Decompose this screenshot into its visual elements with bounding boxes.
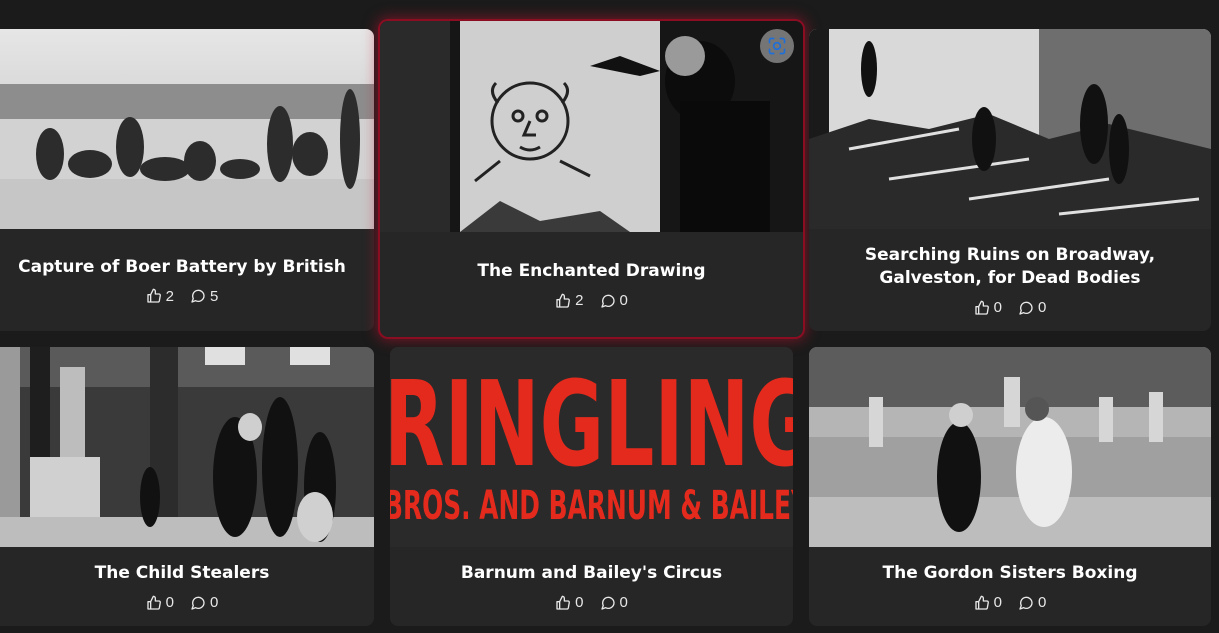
like-button[interactable]: 0 <box>974 594 1002 611</box>
like-button[interactable]: 2 <box>146 288 174 305</box>
comment-button[interactable]: 0 <box>600 594 628 611</box>
circus-logo-line2: BROS. AND BARNUM & BAILEY <box>390 483 793 529</box>
like-count: 0 <box>993 594 1002 611</box>
comment-count: 0 <box>1038 299 1047 316</box>
focus-scan-icon <box>768 37 786 55</box>
video-thumbnail[interactable] <box>0 29 374 229</box>
video-title[interactable]: The Enchanted Drawing <box>461 260 721 283</box>
like-count: 0 <box>165 594 174 611</box>
video-card-capture-of-boer-battery[interactable]: Capture of Boer Battery by British 2 5 <box>0 29 374 331</box>
video-thumbnail[interactable] <box>809 347 1211 547</box>
comment-bubble-icon <box>600 596 615 610</box>
video-thumbnail[interactable]: RINGLING BROS. AND BARNUM & BAILEY <box>390 347 793 547</box>
video-card-the-child-stealers[interactable]: The Child Stealers 0 0 <box>0 347 374 626</box>
like-count: 2 <box>575 292 584 309</box>
video-stats: 0 0 <box>974 299 1046 316</box>
video-title[interactable]: The Gordon Sisters Boxing <box>867 562 1154 585</box>
comment-count: 0 <box>619 292 628 309</box>
video-title[interactable]: The Child Stealers <box>79 562 286 585</box>
comment-count: 0 <box>619 594 628 611</box>
video-stats: 0 0 <box>555 594 628 611</box>
video-info: The Enchanted Drawing 2 0 <box>380 232 803 337</box>
like-button[interactable]: 2 <box>555 292 584 309</box>
comment-button[interactable]: 0 <box>190 594 218 611</box>
video-stats: 2 0 <box>555 292 628 309</box>
like-count: 0 <box>575 594 584 611</box>
video-stats: 0 0 <box>974 594 1046 611</box>
comment-bubble-icon <box>600 294 615 308</box>
thumbs-up-icon <box>974 595 989 610</box>
video-thumbnail[interactable] <box>380 21 803 232</box>
comment-bubble-icon <box>1019 596 1033 610</box>
thumbs-up-icon <box>974 300 989 315</box>
video-info: Barnum and Bailey's Circus 0 0 <box>390 547 793 626</box>
comment-button[interactable]: 0 <box>600 292 628 309</box>
video-stats: 2 5 <box>146 288 218 305</box>
video-info: The Gordon Sisters Boxing 0 0 <box>809 547 1211 626</box>
comment-button[interactable]: 0 <box>1018 299 1046 316</box>
video-card-the-gordon-sisters-boxing[interactable]: The Gordon Sisters Boxing 0 0 <box>809 347 1211 626</box>
comment-bubble-icon <box>191 596 205 610</box>
thumbs-up-icon <box>146 595 161 610</box>
circus-logo-line1: RINGLING <box>390 355 793 493</box>
video-title[interactable]: Barnum and Bailey's Circus <box>445 562 738 585</box>
comment-button[interactable]: 5 <box>190 288 218 305</box>
comment-count: 5 <box>210 287 219 305</box>
thumbs-up-icon <box>556 293 571 308</box>
thumbs-up-icon <box>146 288 161 303</box>
video-grid: Capture of Boer Battery by British 2 5 T… <box>0 0 1219 633</box>
video-title[interactable]: Capture of Boer Battery by British <box>2 256 362 279</box>
like-button[interactable]: 0 <box>974 299 1002 316</box>
video-info: Capture of Boer Battery by British 2 5 <box>0 229 374 331</box>
video-thumbnail[interactable] <box>0 347 374 547</box>
video-title[interactable]: Searching Ruins on Broadway, Galveston, … <box>809 244 1211 290</box>
video-card-barnum-and-baileys-circus[interactable]: RINGLING BROS. AND BARNUM & BAILEY Barnu… <box>390 347 793 626</box>
comment-bubble-icon <box>191 289 205 303</box>
video-info: Searching Ruins on Broadway, Galveston, … <box>809 229 1211 331</box>
comment-count: 0 <box>1038 594 1047 611</box>
video-card-the-enchanted-drawing[interactable]: The Enchanted Drawing 2 0 <box>380 21 803 337</box>
like-button[interactable]: 0 <box>555 594 584 611</box>
comment-count: 0 <box>210 594 219 611</box>
comment-bubble-icon <box>1019 301 1033 315</box>
like-count: 0 <box>993 299 1002 316</box>
comment-button[interactable]: 0 <box>1018 594 1046 611</box>
video-info: The Child Stealers 0 0 <box>0 547 374 626</box>
video-thumbnail[interactable] <box>809 29 1211 229</box>
like-count: 2 <box>165 287 174 305</box>
video-card-searching-ruins[interactable]: Searching Ruins on Broadway, Galveston, … <box>809 29 1211 331</box>
thumbs-up-icon <box>556 595 571 610</box>
video-stats: 0 0 <box>146 594 218 611</box>
like-button[interactable]: 0 <box>146 594 174 611</box>
focus-button[interactable] <box>760 29 794 63</box>
